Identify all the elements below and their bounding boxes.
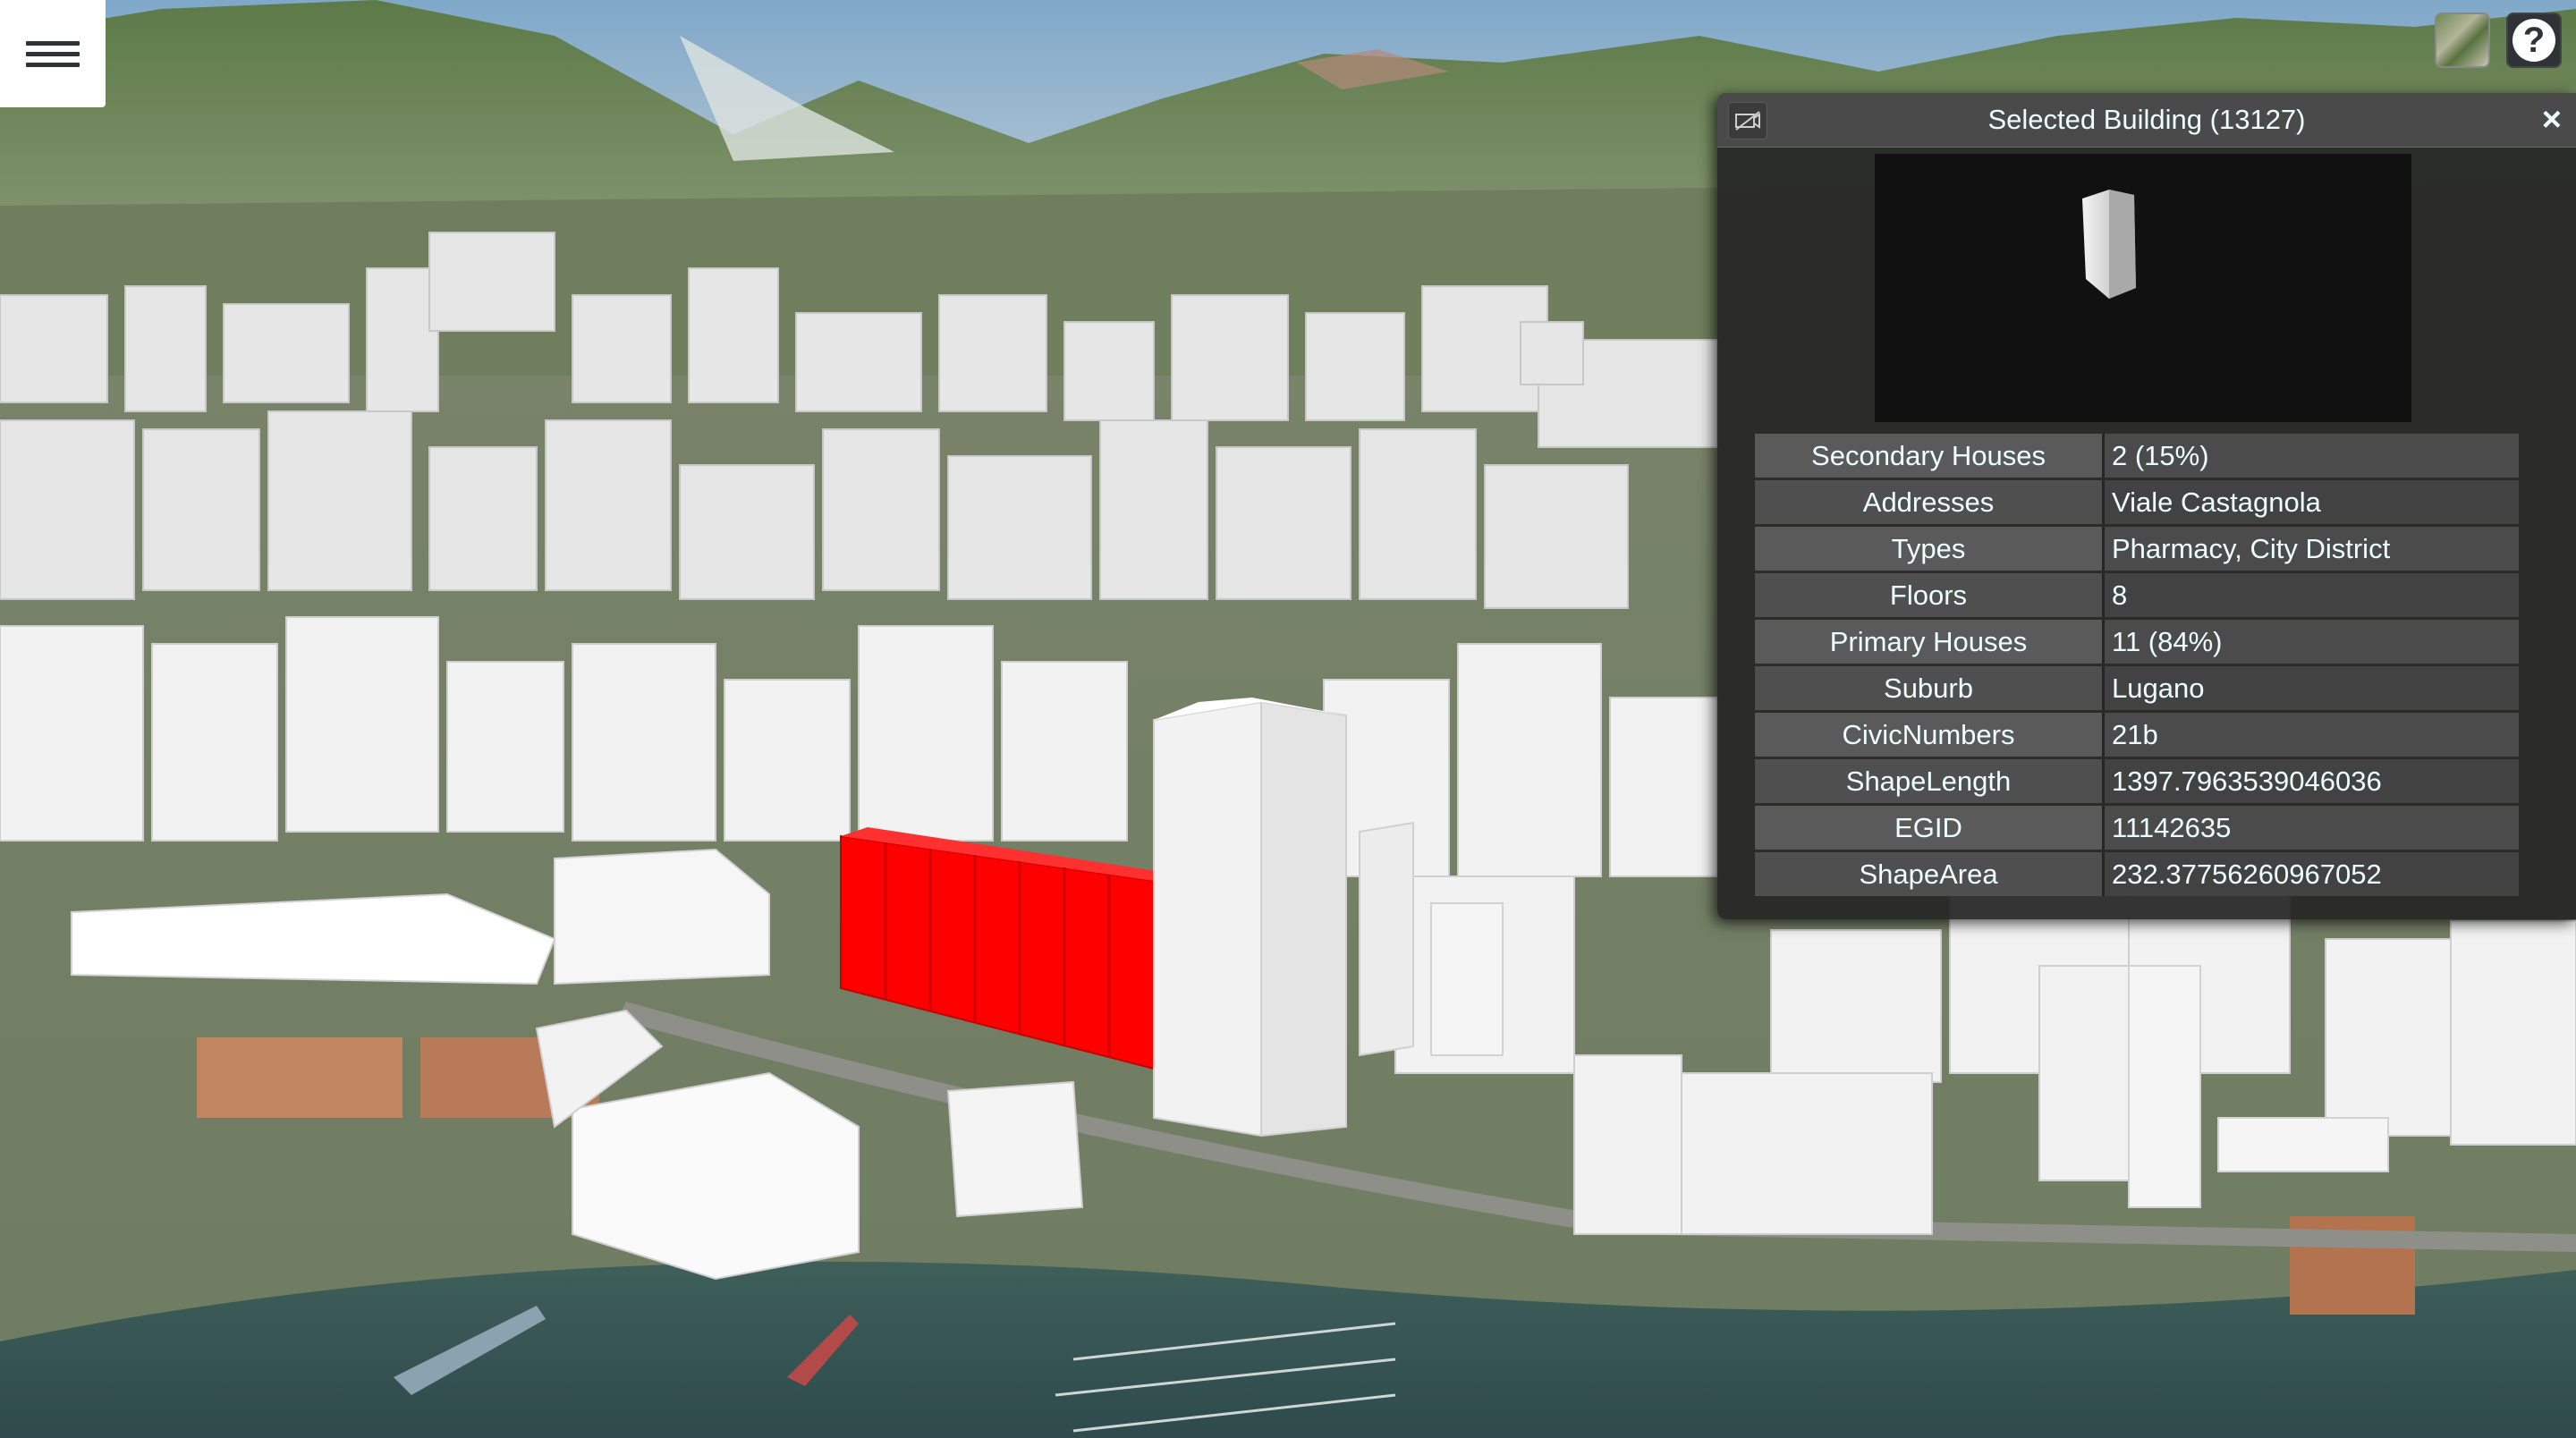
property-key: Primary Houses <box>1755 620 2105 664</box>
infobox-title: Selected Building (13127) <box>1987 104 2306 135</box>
property-key: ShapeArea <box>1755 852 2105 896</box>
camera-lock-icon <box>1735 111 1760 131</box>
hamburger-menu-button[interactable] <box>0 0 106 107</box>
property-key: CivicNumbers <box>1755 713 2105 757</box>
property-value: Pharmacy, City District <box>2105 527 2519 571</box>
property-value: 11142635 <box>2105 806 2519 850</box>
property-key: Floors <box>1755 573 2105 617</box>
property-value: 11 (84%) <box>2105 620 2519 664</box>
property-key: ShapeLength <box>1755 759 2105 803</box>
property-value: Lugano <box>2105 666 2519 710</box>
hamburger-icon <box>26 35 80 73</box>
property-value: 2 (15%) <box>2105 434 2519 478</box>
table-row: ShapeArea 232.37756260967052 <box>1755 852 2519 896</box>
property-key: Suburb <box>1755 666 2105 710</box>
property-value: 1397.7963539046036 <box>2105 759 2519 803</box>
building-preview <box>1875 154 2411 422</box>
building-preview-icon <box>2082 190 2136 299</box>
table-row: Primary Houses 11 (84%) <box>1755 620 2519 664</box>
table-row: Suburb Lugano <box>1755 666 2519 710</box>
table-row: Secondary Houses 2 (15%) <box>1755 434 2519 478</box>
property-key: Types <box>1755 527 2105 571</box>
property-value: Viale Castagnola <box>2105 480 2519 524</box>
close-icon[interactable]: × <box>2542 98 2562 141</box>
toolbar: ? <box>2435 13 2562 68</box>
help-icon: ? <box>2512 19 2555 62</box>
table-row: CivicNumbers 21b <box>1755 713 2519 757</box>
property-value: 21b <box>2105 713 2519 757</box>
property-key: Addresses <box>1755 480 2105 524</box>
base-layer-picker-button[interactable] <box>2435 13 2490 68</box>
help-button[interactable]: ? <box>2506 13 2562 68</box>
table-row: Addresses Viale Castagnola <box>1755 480 2519 524</box>
table-row: Types Pharmacy, City District <box>1755 527 2519 571</box>
warehouse-front <box>572 1071 860 1281</box>
building-properties-table: Secondary Houses 2 (15%) Addresses Viale C… <box>1755 431 2519 899</box>
table-row: EGID 11142635 <box>1755 806 2519 850</box>
property-key: EGID <box>1755 806 2105 850</box>
table-row: ShapeLength 1397.7963539046036 <box>1755 759 2519 803</box>
camera-lock-button[interactable] <box>1728 102 1767 140</box>
property-key: Secondary Houses <box>1755 434 2105 478</box>
infobox-header: Selected Building (13127) × <box>1717 93 2576 148</box>
table-row: Floors 8 <box>1755 573 2519 617</box>
front-building <box>946 1080 1084 1218</box>
property-value: 232.37756260967052 <box>2105 852 2519 896</box>
selected-building-infobox: Selected Building (13127) × Secondary Ho… <box>1717 93 2576 919</box>
warehouse-2 <box>554 848 770 985</box>
property-value: 8 <box>2105 573 2519 617</box>
